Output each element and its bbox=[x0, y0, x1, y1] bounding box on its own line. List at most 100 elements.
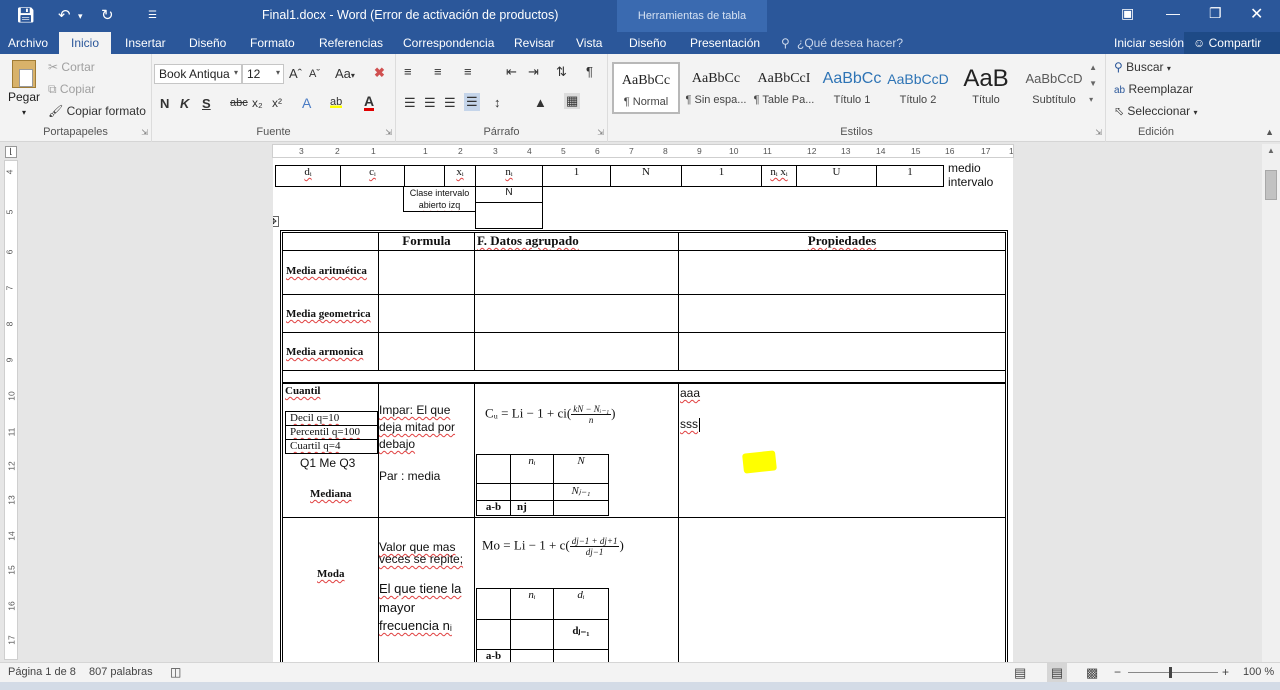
tab-diseno[interactable]: Diseño bbox=[189, 36, 226, 50]
table-cell[interactable] bbox=[404, 165, 445, 187]
mini-cell[interactable]: Nⱼ₋₁ bbox=[553, 483, 609, 501]
customize-quick-access-icon[interactable]: ☰ bbox=[148, 10, 157, 21]
style-sin-espaciado[interactable]: AaBbCc ¶ Sin espa... bbox=[682, 62, 750, 114]
table-cell[interactable] bbox=[678, 517, 1006, 662]
highlight-button[interactable]: ab bbox=[330, 96, 343, 108]
header-formula[interactable]: Formula bbox=[378, 232, 475, 251]
mini-cell[interactable] bbox=[553, 500, 609, 516]
row-moda[interactable] bbox=[282, 517, 379, 662]
table-move-handle-icon[interactable]: ✥ bbox=[273, 216, 279, 227]
sign-in-link[interactable]: Iniciar sesión bbox=[1114, 36, 1184, 50]
tab-correspondencia[interactable]: Correspondencia bbox=[403, 36, 494, 50]
zoom-level[interactable]: 100 % bbox=[1243, 666, 1274, 678]
align-center-icon[interactable]: ☰ bbox=[424, 95, 436, 111]
tab-selector-icon[interactable]: ⌊ bbox=[5, 146, 17, 158]
row-media-armonica[interactable]: Media armonica bbox=[282, 332, 379, 371]
cuartil-cell[interactable]: Cuartil q=4 bbox=[285, 439, 378, 454]
align-right-icon[interactable]: ☰ bbox=[444, 95, 456, 111]
horizontal-ruler[interactable]: 3 2 1 1 2 3 4 5 6 7 8 9 10 11 12 13 14 1… bbox=[272, 144, 1014, 158]
mini-cell[interactable]: N bbox=[553, 454, 609, 484]
zoom-in-button[interactable]: + bbox=[1222, 665, 1229, 679]
tab-insertar[interactable]: Insertar bbox=[125, 36, 166, 50]
scroll-thumb[interactable] bbox=[1265, 170, 1277, 200]
style-titulo-1[interactable]: AaBbCc Título 1 bbox=[818, 62, 886, 114]
mini-cell[interactable] bbox=[553, 649, 609, 662]
mini-cell[interactable] bbox=[510, 619, 554, 650]
table-cell[interactable]: nᵢ xᵢ bbox=[761, 165, 797, 187]
mini-cell[interactable] bbox=[510, 483, 554, 501]
tell-me-box[interactable]: ¿Qué desea hacer? bbox=[797, 36, 903, 50]
zoom-slider-thumb[interactable] bbox=[1169, 667, 1172, 678]
print-layout-icon[interactable]: ▤ bbox=[1047, 663, 1067, 682]
zoom-slider[interactable] bbox=[1128, 672, 1218, 673]
table-cell[interactable] bbox=[282, 232, 379, 251]
document-page[interactable]: dᵢ cᵢ xᵢ nᵢ 1 N 1 nᵢ xᵢ U 1 medio interv… bbox=[273, 158, 1013, 662]
increase-indent-icon[interactable]: ⇥ bbox=[528, 64, 539, 80]
replace-button[interactable]: ab Reemplazar bbox=[1114, 82, 1193, 96]
subscript-button[interactable]: x₂ bbox=[252, 96, 263, 110]
vertical-ruler[interactable]: 4 5 6 7 8 9 10 11 12 13 14 15 16 17 bbox=[4, 160, 18, 660]
page-count[interactable]: Página 1 de 8 bbox=[8, 666, 76, 678]
ribbon-display-icon[interactable]: ▣ bbox=[1121, 5, 1134, 22]
header-propiedades[interactable]: Propiedades bbox=[678, 232, 1006, 251]
dialog-launcher-icon[interactable]: ⇲ bbox=[1095, 128, 1102, 137]
tab-referencias[interactable]: Referencias bbox=[319, 36, 383, 50]
mini-cell[interactable] bbox=[476, 454, 511, 484]
show-marks-button[interactable]: ¶ bbox=[586, 64, 593, 79]
shading-icon[interactable]: ▲ bbox=[534, 95, 547, 110]
table-cell[interactable] bbox=[474, 294, 679, 333]
table-cell[interactable]: 1 bbox=[681, 165, 762, 187]
save-icon[interactable]: 💾︎ bbox=[16, 6, 35, 24]
font-size-combo[interactable]: 12 ▾ bbox=[242, 64, 284, 84]
line-spacing-icon[interactable]: ↕ bbox=[494, 95, 501, 110]
vertical-scrollbar[interactable]: ▲ bbox=[1262, 144, 1280, 662]
read-mode-icon[interactable]: ▤ bbox=[1014, 665, 1026, 681]
table-cell[interactable]: N bbox=[610, 165, 682, 187]
style-table-paragraph[interactable]: AaBbCcI ¶ Table Pa... bbox=[750, 62, 818, 114]
undo-icon[interactable]: ↶ bbox=[58, 6, 71, 24]
find-button[interactable]: ⚲ Buscar ▾ bbox=[1114, 60, 1171, 74]
decil-cell[interactable]: Decil q=10 bbox=[285, 411, 378, 426]
grow-font-button[interactable]: Aˆ bbox=[289, 66, 302, 81]
close-icon[interactable]: ✕ bbox=[1250, 4, 1263, 24]
style-normal[interactable]: AaBbCc ¶ Normal bbox=[612, 62, 680, 114]
table-cell[interactable] bbox=[474, 332, 679, 371]
borders-icon[interactable]: ▦ bbox=[564, 93, 581, 109]
style-titulo-2[interactable]: AaBbCcD Título 2 bbox=[884, 62, 952, 114]
mini-cell[interactable] bbox=[476, 619, 511, 650]
dialog-launcher-icon[interactable]: ⇲ bbox=[141, 128, 148, 137]
style-subtitulo[interactable]: AaBbCcD Subtítulo bbox=[1020, 62, 1088, 114]
format-painter-button[interactable]: 🖌︎ Copiar formato bbox=[48, 104, 146, 118]
table-cell[interactable] bbox=[678, 383, 1006, 518]
minimize-icon[interactable]: — bbox=[1166, 5, 1180, 21]
table-cell[interactable]: 1 bbox=[542, 165, 611, 187]
row-media-geometrica[interactable]: Media geometrica bbox=[282, 294, 379, 333]
paste-button[interactable]: Pegar ▾ bbox=[6, 60, 42, 120]
tab-presentacion[interactable]: Presentación bbox=[690, 36, 760, 50]
table-cell[interactable] bbox=[475, 202, 543, 229]
table-cell[interactable] bbox=[282, 370, 1006, 383]
table-cell[interactable]: U bbox=[796, 165, 877, 187]
table-cell[interactable]: 1 bbox=[876, 165, 944, 187]
zoom-out-button[interactable]: − bbox=[1114, 665, 1121, 679]
tab-archivo[interactable]: Archivo bbox=[8, 36, 48, 50]
tab-vista[interactable]: Vista bbox=[576, 36, 602, 50]
header-datos-agrupado[interactable]: F. Datos agrupado bbox=[474, 232, 679, 251]
table-cell[interactable]: cᵢ bbox=[340, 165, 405, 187]
font-name-combo[interactable]: Book Antiqua ▾ bbox=[154, 64, 242, 84]
table-cell[interactable]: xᵢ bbox=[444, 165, 476, 187]
mini-cell[interactable] bbox=[476, 483, 511, 501]
table-cell[interactable] bbox=[474, 250, 679, 295]
decrease-indent-icon[interactable]: ⇤ bbox=[506, 64, 517, 80]
numbering-icon[interactable]: ≡ bbox=[434, 64, 442, 79]
undo-dropdown-icon[interactable]: ▾ bbox=[78, 11, 83, 22]
table-cell[interactable] bbox=[678, 250, 1006, 295]
strikethrough-button[interactable]: abc bbox=[230, 97, 248, 109]
clear-format-icon[interactable]: ✖ bbox=[374, 65, 385, 81]
proofing-icon[interactable]: ◫ bbox=[170, 665, 181, 679]
tab-revisar[interactable]: Revisar bbox=[514, 36, 555, 50]
superscript-button[interactable]: x² bbox=[272, 96, 282, 110]
table-cell[interactable]: Clase intervalo abierto izq bbox=[403, 186, 476, 212]
multilevel-list-icon[interactable]: ≡ bbox=[464, 64, 472, 79]
restore-icon[interactable]: ❐ bbox=[1209, 5, 1222, 22]
